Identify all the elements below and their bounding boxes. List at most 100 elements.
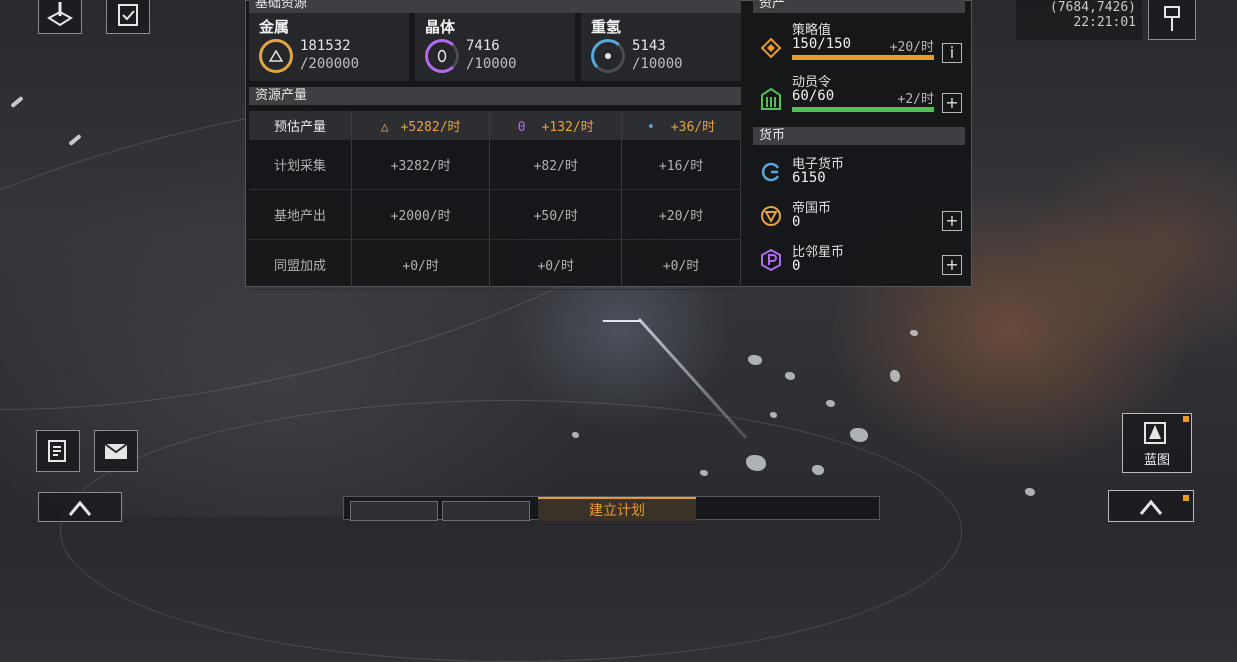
asteroid — [890, 370, 900, 382]
metal-triangle-icon: △ — [380, 119, 389, 135]
asteroid — [812, 465, 824, 475]
asteroid — [850, 428, 868, 442]
table-row: 基地产出 +2000/时 +50/时 +20/时 — [249, 189, 741, 240]
coordinates-text: (7684,7426) — [1049, 0, 1136, 15]
station-chevron — [596, 310, 642, 322]
asteroid — [746, 455, 766, 471]
resource-max: /10000 — [632, 56, 683, 72]
table-row: 计划采集 +3282/时 +82/时 +16/时 — [249, 139, 741, 190]
asteroid — [826, 400, 835, 407]
mobilization-progress — [792, 107, 934, 112]
metal-rate: △ +5282/时 — [351, 111, 491, 140]
asset-rate: +2/时 — [897, 92, 934, 107]
clock-text: 22:21:01 — [1073, 15, 1136, 30]
deuterium-rate: +0/时 — [621, 239, 741, 290]
resource-crystal: 晶体 7416 /10000 — [415, 13, 575, 81]
bottom-tab-bar: 建立计划 — [343, 496, 880, 521]
resource-max: /10000 — [466, 56, 517, 72]
proxima-coin-icon — [761, 249, 781, 271]
info-button[interactable]: i — [942, 43, 962, 63]
resource-current: 5143 — [632, 38, 666, 54]
map-pin-button[interactable] — [1148, 0, 1196, 40]
resource-name: 金属 — [259, 18, 290, 36]
crystal-rate: +0/时 — [489, 239, 623, 290]
asset-value: 150/150 — [792, 36, 852, 52]
section-header-currency: 货币 — [753, 127, 965, 145]
asset-value: 60/60 — [792, 88, 835, 104]
row-label: 基地产出 — [249, 189, 352, 240]
ship-marker — [10, 95, 24, 109]
asteroid — [748, 355, 762, 365]
base-locate-button[interactable] — [38, 0, 82, 34]
fleet-button[interactable] — [1108, 490, 1194, 522]
asteroid — [700, 470, 708, 476]
add-empire-coin-button[interactable]: + — [942, 211, 962, 231]
add-mobilization-button[interactable]: + — [942, 93, 962, 113]
empire-coin-icon — [761, 206, 781, 226]
resource-name: 重氢 — [591, 18, 622, 36]
orbit-line — [60, 400, 962, 662]
fleet-icon — [1139, 499, 1163, 515]
table-row: 同盟加成 +0/时 +0/时 +0/时 — [249, 239, 741, 290]
notification-dot — [1183, 495, 1189, 501]
resource-max: /200000 — [300, 56, 360, 72]
blueprint-label: 蓝图 — [1143, 452, 1170, 468]
resource-current: 7416 — [466, 38, 500, 54]
resource-current: 181532 — [300, 38, 351, 54]
clipboard-check-icon — [118, 4, 138, 26]
row-label: 计划采集 — [249, 139, 352, 190]
asteroid — [785, 372, 795, 380]
row-label: 预估产量 — [249, 111, 352, 140]
table-row: 预估产量 △ +5282/时 0 +132/时 • +36/时 — [249, 111, 741, 140]
currency-value: 0 — [792, 214, 801, 230]
currency-value: 6150 — [792, 170, 826, 186]
blueprint-button[interactable]: 蓝图 — [1122, 413, 1192, 473]
pin-icon — [1164, 6, 1180, 31]
bottom-tab[interactable] — [442, 501, 530, 521]
crystal-rate: +82/时 — [489, 139, 623, 190]
strategy-icon — [760, 37, 782, 59]
crystal-rate: +50/时 — [489, 189, 623, 240]
currency-empire: 帝国币 0 + — [756, 197, 968, 241]
document-icon — [48, 440, 66, 462]
ship-marker — [68, 133, 82, 147]
asteroid — [770, 412, 777, 418]
progress-fill — [792, 107, 934, 112]
row-label: 同盟加成 — [249, 239, 352, 290]
locate-icon — [47, 2, 73, 27]
home-base-button[interactable] — [38, 492, 122, 522]
progress-fill — [792, 55, 934, 60]
notification-dot — [1183, 416, 1189, 422]
metal-rate: +2000/时 — [351, 189, 491, 240]
asteroid — [910, 330, 918, 336]
section-header-assets: 资产 — [753, 0, 965, 13]
build-plan-tab[interactable]: 建立计划 — [538, 497, 696, 521]
crystal-rate: 0 +132/时 — [489, 111, 623, 140]
electronic-currency-icon — [761, 162, 780, 182]
deuterium-icon — [591, 39, 625, 73]
currency-proxima: 比邻星币 0 + — [756, 241, 968, 285]
mail-button[interactable] — [94, 430, 138, 472]
metal-rate: +3282/时 — [351, 139, 491, 190]
crystal-icon — [425, 39, 459, 73]
resource-deuterium: 重氢 5143 /10000 — [581, 13, 741, 81]
currency-electronic: 电子货币 6150 — [756, 153, 968, 197]
blueprint-icon — [1144, 421, 1166, 444]
bottom-tab[interactable] — [350, 501, 438, 521]
deuterium-rate: +20/时 — [621, 189, 741, 240]
add-proxima-coin-button[interactable]: + — [942, 255, 962, 275]
section-header-basic: 基础资源 — [249, 0, 741, 13]
asset-rate: +20/时 — [889, 40, 934, 55]
asteroid — [1025, 488, 1035, 496]
resource-panel: 基础资源 金属 181532 /200000 晶体 7416 /10000 重氢… — [245, 0, 972, 290]
deuterium-icon: • — [647, 119, 655, 135]
task-list-button[interactable] — [106, 0, 150, 34]
status-readout: (7684,7426) 22:21:01 — [1016, 0, 1142, 40]
asset-strategy: 策略值 150/150 +20/时 i — [756, 19, 968, 63]
base-icon — [68, 500, 92, 516]
resource-name: 晶体 — [425, 18, 456, 36]
metal-triangle-icon — [259, 39, 293, 73]
crystal-icon: 0 — [517, 119, 526, 135]
notes-button[interactable] — [36, 430, 80, 472]
currency-value: 0 — [792, 258, 801, 274]
